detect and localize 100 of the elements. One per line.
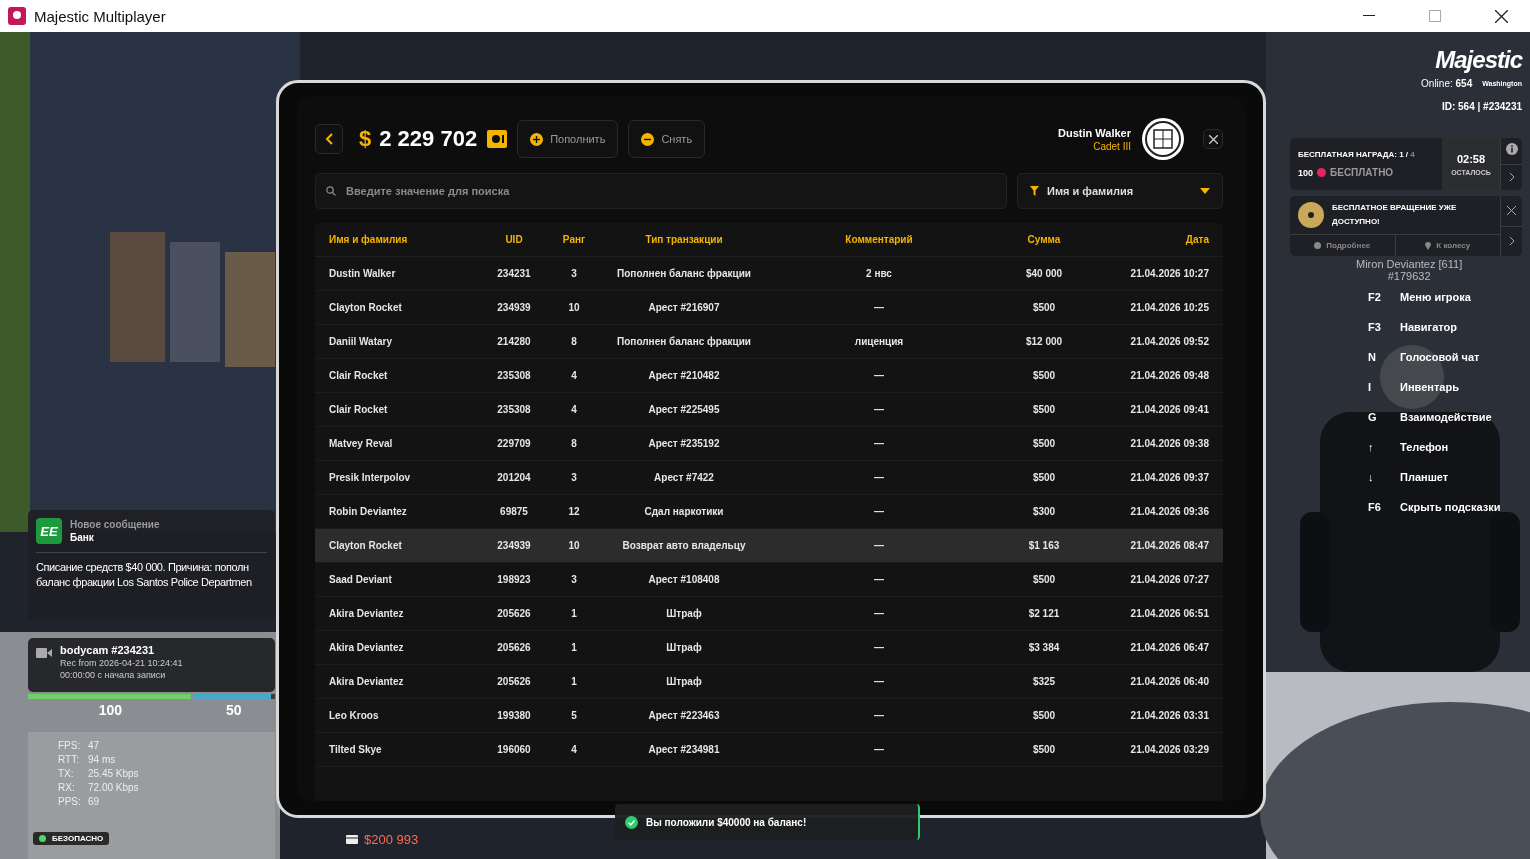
table-cell-text: Presik Interpolov [329, 472, 412, 483]
details-button[interactable]: Подробнее [1290, 234, 1396, 256]
caret-down-icon [1200, 188, 1210, 194]
deposit-button[interactable]: Пополнить [517, 120, 619, 158]
table-cell-text: 1 [570, 676, 578, 687]
plus-icon [530, 132, 544, 146]
table-cell-text: — [873, 574, 885, 585]
table-cell-text: Пополнен баланс фракции [616, 268, 752, 279]
table-cell-text: $2 121 [1027, 608, 1061, 619]
wheel-icon [1298, 202, 1324, 228]
map-pin-icon [1425, 241, 1432, 250]
table-cell-text: Арест #225495 [647, 404, 721, 415]
table-row[interactable]: Akira Deviantez 205626 1 Штраф — $2 121 21.04.2026 06:51 [315, 597, 1223, 631]
withdraw-button[interactable]: Снять [628, 120, 706, 158]
table-row[interactable]: Clayton Rocket 234939 10 Возврат авто владельцу — $1 163 21.04.2026 08:47 [315, 529, 1223, 563]
table-cell-text: Возврат авто владельцу [621, 540, 747, 551]
table-cell-text: 21.04.2026 09:41 [1129, 404, 1209, 415]
column-header: Комментарий [844, 234, 914, 245]
table-cell-text: 4 [570, 744, 578, 755]
table-row[interactable]: Presik Interpolov 201204 3 Арест #7422 — $500 21.04.2026 09:37 [315, 461, 1223, 495]
search-input[interactable]: Введите значение для поиска [344, 184, 996, 198]
table-cell-text: 21.04.2026 06:47 [1129, 642, 1209, 653]
column-header: Сумма [1026, 234, 1062, 245]
table-cell-text: 201204 [496, 472, 532, 483]
wheel-button[interactable]: К колесу [1395, 234, 1500, 256]
table-cell-text: 198923 [496, 574, 532, 585]
table-row[interactable]: Akira Deviantez 205626 1 Штраф — $3 384 21.04.2026 06:47 [315, 631, 1223, 665]
hotkey-label: Инвентарь [1400, 381, 1459, 393]
table-row[interactable]: Tilted Skye 196060 4 Арест #234981 — $500 21.04.2026 03:29 [315, 733, 1223, 767]
hotkey: G [1368, 411, 1378, 423]
chevron-right-icon [1508, 171, 1515, 182]
back-button[interactable] [315, 124, 343, 154]
game-logo: Majestic [1435, 46, 1522, 74]
table-cell-text: $500 [1031, 404, 1057, 415]
table-cell-text: 235308 [496, 404, 532, 415]
info-icon [1314, 242, 1322, 249]
table-cell-text: 21.04.2026 06:40 [1129, 676, 1209, 687]
user-name: Dustin Walker [1058, 126, 1131, 139]
table-cell-text: Арест #210482 [647, 370, 721, 381]
minimize-icon [1363, 15, 1375, 17]
filter-dropdown[interactable]: Имя и фамилия [1017, 173, 1223, 209]
table-cell-text: 12 [567, 506, 581, 517]
table-cell-text: Clair Rocket [329, 370, 389, 381]
hotkey: F3 [1368, 321, 1382, 333]
table-row[interactable]: Dustin Walker 234231 3 Пополнен баланс фракции 2 нвс $40 000 21.04.2026 10:27 [315, 257, 1223, 291]
player-tag-id: #179632 [1387, 270, 1431, 282]
table-cell-text: Leo Kroos [329, 710, 380, 721]
check-icon [625, 815, 638, 829]
table-row[interactable]: Clair Rocket 235308 4 Арест #225495 — $500 21.04.2026 09:41 [315, 393, 1223, 427]
table-cell-text: 10 [567, 302, 581, 313]
table-cell-text: Tilted Skye [329, 744, 383, 755]
zone-label: БЕЗОПАСНО [52, 834, 104, 843]
table-cell-text: 21.04.2026 03:31 [1129, 710, 1209, 721]
table-cell-text: Clayton Rocket [329, 540, 403, 551]
table-cell-text: — [873, 710, 885, 721]
table-cell-text: 10 [567, 540, 581, 551]
table-cell-text: 21.04.2026 08:47 [1129, 540, 1209, 551]
player-id: ID: 564 | #234231 [1441, 101, 1522, 112]
close-icon [1208, 134, 1218, 144]
table-row[interactable]: Daniil Watary 214280 8 Пополнен баланс фракции лиценция $12 000 21.04.2026 09:52 [315, 325, 1223, 359]
table-row[interactable]: Saad Deviant 198923 3 Арест #108408 — $500 21.04.2026 07:27 [315, 563, 1223, 597]
table-cell-text: — [873, 438, 885, 449]
table-row[interactable]: Leo Kroos 199380 5 Арест #223463 — $500 21.04.2026 03:31 [315, 699, 1223, 733]
table-cell-text: 1 [570, 642, 578, 653]
close-button[interactable] [1203, 129, 1223, 149]
stat-label: RX: [58, 782, 76, 793]
status-dot-icon [39, 835, 46, 842]
video-camera-icon [36, 648, 52, 658]
table-cell-text: 21.04.2026 09:38 [1129, 438, 1209, 449]
hotkey-label: Голосовой чат [1400, 351, 1480, 363]
table-cell-text: 3 [570, 574, 578, 585]
table-cell-text: $12 000 [1024, 336, 1064, 347]
table-cell-text: — [873, 404, 885, 415]
hotkey-label: Планшет [1400, 471, 1449, 483]
hotkey: F6 [1368, 501, 1382, 513]
hotkey-label: Телефон [1400, 441, 1449, 453]
search-field[interactable]: Введите значение для поиска [315, 173, 1007, 209]
table-cell-text: 21.04.2026 07:27 [1129, 574, 1209, 585]
table-row[interactable]: Clair Rocket 235308 4 Арест #210482 — $500 21.04.2026 09:48 [315, 359, 1223, 393]
table-cell-text: 3 [570, 268, 578, 279]
column-header: Ранг [561, 234, 587, 245]
safe-icon [487, 130, 508, 148]
table-row[interactable]: Akira Deviantez 205626 1 Штраф — $325 21.04.2026 06:40 [315, 665, 1223, 699]
table-cell-text: Пополнен баланс фракции [616, 336, 752, 347]
bodycam-title: bodycam #234231 [60, 644, 156, 656]
table-cell-text: Штраф [665, 642, 703, 653]
reward-status: БЕСПЛАТНО [1330, 167, 1394, 178]
stat-value: 47 [88, 740, 100, 751]
table-cell-text: Арест #7422 [653, 472, 715, 483]
table-row[interactable]: Clayton Rocket 234939 10 Арест #216907 — $500 21.04.2026 10:25 [315, 291, 1223, 325]
table-cell-text: Akira Deviantez [329, 676, 405, 687]
table-cell-text: — [873, 744, 885, 755]
table-cell-text: — [873, 472, 885, 483]
maximize-icon [1429, 10, 1441, 22]
card-icon [346, 835, 358, 844]
table-row[interactable]: Matvey Reval 229709 8 Арест #235192 — $500 21.04.2026 09:38 [315, 427, 1223, 461]
table-cell-text: Арест #234981 [647, 744, 721, 755]
table-cell-text: лиценция [853, 336, 905, 347]
reward-title: БЕСПЛАТНАЯ НАГРАДА: 1 / 4 [1298, 150, 1416, 159]
table-cell-text: 205626 [496, 676, 532, 687]
